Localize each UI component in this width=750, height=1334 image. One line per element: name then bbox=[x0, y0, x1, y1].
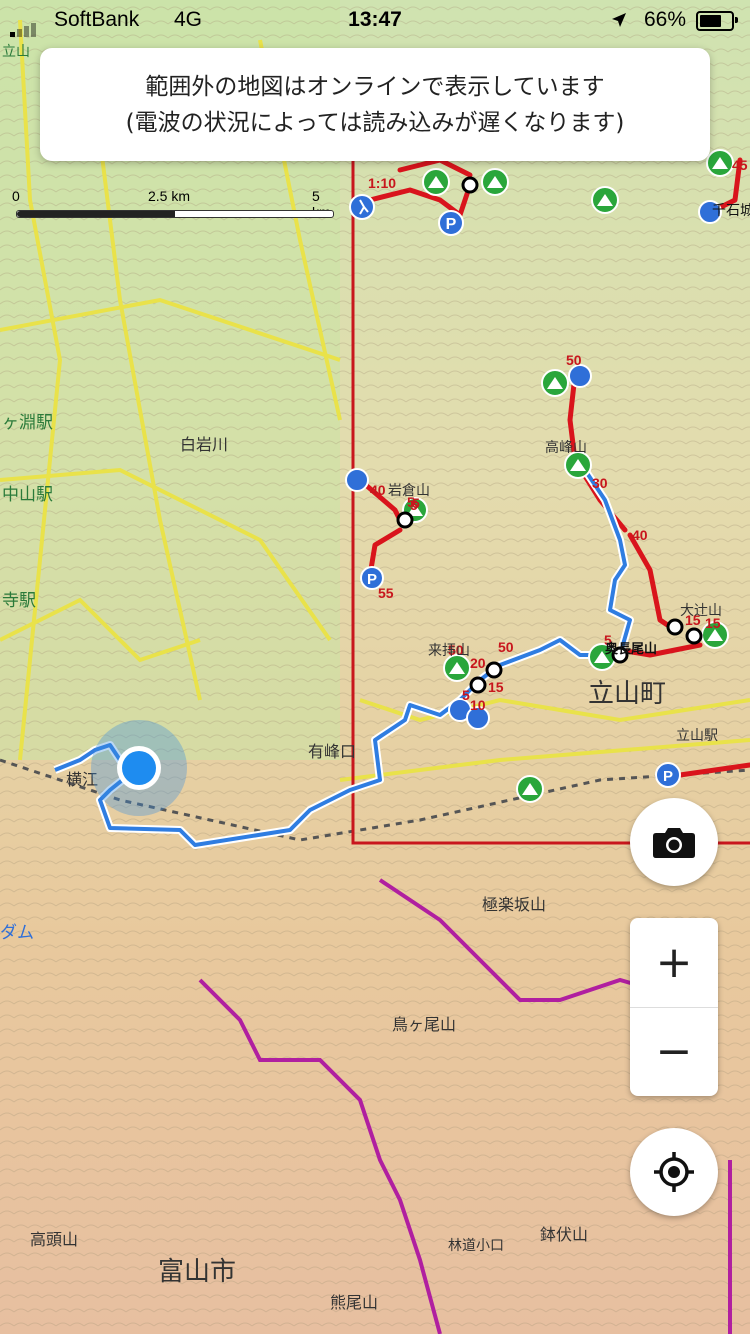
zoom-in-icon: + bbox=[655, 937, 693, 988]
location-arrow-icon bbox=[612, 13, 626, 27]
route-time-label: 15 bbox=[488, 679, 504, 695]
route-time-label: 5 bbox=[462, 687, 470, 703]
camera-button[interactable] bbox=[630, 798, 718, 886]
route-time-label: 20 bbox=[470, 655, 486, 671]
mountain-icon bbox=[591, 186, 619, 214]
place-label: 千石城 bbox=[712, 203, 750, 219]
town-label: 立山町 bbox=[588, 679, 666, 709]
peak-label: 来拝山 bbox=[428, 643, 470, 659]
scale-label-left: 0 bbox=[12, 188, 20, 204]
mountain-icon bbox=[422, 168, 450, 196]
mountain-icon bbox=[706, 149, 734, 177]
peak-label: 高峰山 bbox=[545, 439, 587, 456]
peak-label: 熊尾山 bbox=[330, 1293, 378, 1312]
river-label: 白岩川 bbox=[180, 435, 228, 454]
route-time-label: 1:10 bbox=[368, 175, 396, 191]
road-label: 林道小口 bbox=[448, 1238, 504, 1254]
dam-label: ダム bbox=[0, 923, 34, 943]
peak-label: 奥長尾山 bbox=[605, 641, 657, 657]
svg-text:P: P bbox=[367, 571, 377, 588]
clock: 13:47 bbox=[348, 8, 402, 31]
route-time-label: 45 bbox=[732, 157, 748, 173]
peak-label: 岩倉山 bbox=[388, 483, 430, 499]
scale-bar: 0 2.5 km 5 km bbox=[12, 188, 342, 224]
zoom-in-button[interactable]: + bbox=[630, 919, 718, 1007]
zoom-out-button[interactable]: − bbox=[630, 1008, 718, 1096]
route-time-label: 50 bbox=[498, 639, 514, 655]
place-label: 立山 bbox=[2, 44, 30, 60]
hiker-icon bbox=[349, 194, 375, 220]
station-label: 立山駅 bbox=[676, 728, 718, 744]
svg-text:P: P bbox=[663, 768, 673, 785]
battery-icon bbox=[696, 11, 738, 31]
route-time-label: 55 bbox=[378, 585, 394, 601]
hiker-icon bbox=[568, 364, 592, 388]
peak-label: 鉢伏山 bbox=[540, 1225, 588, 1244]
zoom-out-icon: − bbox=[655, 1026, 693, 1077]
mountain-icon bbox=[481, 168, 509, 196]
station-label: 寺駅 bbox=[2, 591, 36, 611]
route-time-label: 10 bbox=[470, 697, 486, 713]
scale-bar-line bbox=[16, 210, 334, 218]
hiker-icon bbox=[345, 468, 369, 492]
locate-icon bbox=[654, 1152, 694, 1192]
station-label: 中山駅 bbox=[2, 485, 53, 505]
peak-label: 鳥ヶ尾山 bbox=[392, 1015, 456, 1034]
road-label: 有峰口 bbox=[308, 742, 356, 761]
peak-label: 大辻山 bbox=[680, 603, 722, 619]
route-time-label: 50 bbox=[566, 352, 582, 368]
locate-me-button[interactable] bbox=[630, 1128, 718, 1216]
scale-label-mid: 2.5 km bbox=[148, 188, 191, 204]
route-time-label: 40 bbox=[370, 482, 386, 498]
parking-icon: P bbox=[438, 210, 464, 236]
current-location bbox=[91, 720, 187, 816]
offline-notice-toast: 範囲外の地図はオンラインで表示しています (電波の状況によっては読み込みが遅くな… bbox=[40, 48, 710, 161]
mountain-icon bbox=[516, 775, 544, 803]
station-label: ヶ淵駅 bbox=[2, 413, 53, 433]
camera-icon bbox=[653, 828, 695, 858]
toast-line-1: 範囲外の地図はオンラインで表示しています bbox=[145, 73, 605, 100]
peak-label: 高頭山 bbox=[30, 1230, 78, 1249]
svg-text:P: P bbox=[446, 216, 457, 233]
zoom-controls: + − bbox=[630, 918, 718, 1096]
parking-icon: P bbox=[655, 762, 681, 788]
city-label: 富山市 bbox=[158, 1257, 236, 1287]
route-time-label: 30 bbox=[592, 475, 608, 491]
route-time-label: 40 bbox=[632, 527, 648, 543]
peak-label: 極楽坂山 bbox=[482, 895, 546, 914]
battery-percent: 66% bbox=[643, 8, 686, 31]
status-bar: SoftBank 4G 13:47 66% bbox=[0, 0, 750, 40]
toast-line-2: (電波の状況によっては読み込みが遅くなります) bbox=[125, 109, 625, 136]
mountain-icon bbox=[541, 369, 569, 397]
